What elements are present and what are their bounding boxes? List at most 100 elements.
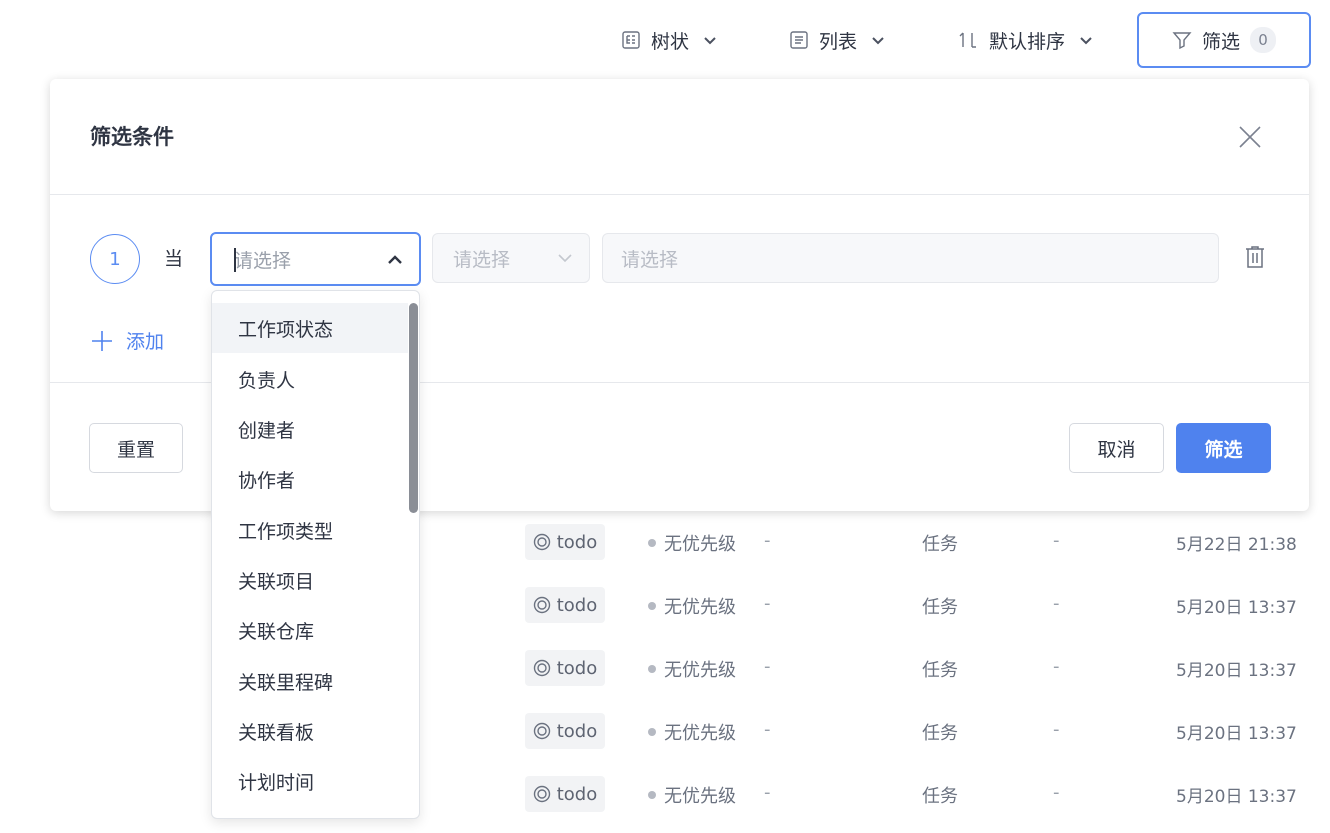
priority-dot-icon [648, 791, 656, 799]
priority-label: 无优先级 [664, 660, 736, 681]
priority-dot-icon [648, 728, 656, 736]
field-dropdown-menu: 工作项状态 负责人 创建者 协作者 工作项类型 关联项目 关联仓库 关联里程碑 … [211, 290, 420, 819]
dropdown-option[interactable]: 计划时间 [212, 756, 408, 806]
state-label: todo [556, 720, 598, 742]
dropdown-option[interactable]: 关联里程碑 [212, 656, 408, 706]
empty-cell: - [764, 782, 771, 803]
dropdown-scrollbar[interactable] [409, 303, 418, 513]
empty-cell: - [764, 530, 771, 551]
priority-cell[interactable]: 无优先级 [648, 782, 736, 808]
created-time-cell: 5月20日 13:37 [1176, 598, 1297, 618]
chevron-up-icon [385, 250, 405, 270]
panel-title: 筛选条件 [90, 125, 174, 149]
chevron-down-icon [1077, 31, 1095, 49]
plus-icon [90, 329, 114, 353]
state-label: todo [556, 657, 598, 679]
value-select[interactable]: 请选择 [602, 233, 1219, 283]
empty-cell: - [1053, 782, 1060, 803]
filter-count-badge: 0 [1250, 27, 1276, 53]
table-row[interactable]: todo 无优先级 - 任务 - 5月20日 13:37 [0, 648, 1330, 688]
sort-dropdown[interactable]: 默认排序 [957, 12, 1095, 68]
field-select[interactable]: 请选择 [210, 232, 421, 286]
type-cell: 任务 [922, 723, 958, 744]
tree-icon [621, 30, 641, 50]
dropdown-option[interactable]: 工作项类型 [212, 505, 408, 555]
state-tag[interactable]: todo [525, 650, 605, 686]
sort-label: 默认排序 [989, 30, 1066, 53]
created-time-cell: 5月20日 13:37 [1176, 661, 1297, 681]
condition-number: 1 [90, 234, 140, 284]
dropdown-option[interactable]: 关联项目 [212, 555, 408, 605]
priority-label: 无优先级 [664, 723, 736, 744]
state-tag[interactable]: todo [525, 776, 605, 812]
list-view-label: 列表 [819, 30, 858, 53]
reset-button[interactable]: 重置 [89, 423, 183, 473]
priority-label: 无优先级 [664, 597, 736, 618]
created-time-cell: 5月20日 13:37 [1176, 787, 1297, 807]
state-label: todo [556, 594, 598, 616]
priority-dot-icon [648, 539, 656, 547]
type-cell: 任务 [922, 786, 958, 807]
value-select-placeholder: 请选择 [621, 248, 679, 271]
created-time-cell: 5月20日 13:37 [1176, 724, 1297, 744]
chevron-down-icon [869, 31, 887, 49]
list-view-dropdown[interactable]: 列表 [789, 12, 887, 68]
status-circle-icon [533, 722, 551, 740]
dropdown-option[interactable]: 关联仓库 [212, 605, 408, 655]
priority-cell[interactable]: 无优先级 [648, 593, 736, 619]
empty-cell: - [1053, 719, 1060, 740]
dropdown-option[interactable]: 负责人 [212, 354, 408, 404]
priority-dot-icon [648, 602, 656, 610]
add-condition-label: 添加 [126, 331, 165, 353]
priority-dot-icon [648, 665, 656, 673]
status-circle-icon [533, 596, 551, 614]
state-tag[interactable]: todo [525, 524, 605, 560]
empty-cell: - [764, 656, 771, 677]
state-label: todo [556, 531, 598, 553]
table-row[interactable]: todo 无优先级 - 任务 - 5月20日 13:37 [0, 711, 1330, 751]
priority-label: 无优先级 [664, 786, 736, 807]
add-condition-button[interactable]: 添加 [90, 327, 164, 354]
filter-icon [1172, 30, 1192, 50]
state-tag[interactable]: todo [525, 587, 605, 623]
tree-view-dropdown[interactable]: 树状 [621, 12, 719, 68]
sort-icon [957, 30, 979, 50]
state-tag[interactable]: todo [525, 713, 605, 749]
priority-cell[interactable]: 无优先级 [648, 656, 736, 682]
type-cell: 任务 [922, 597, 958, 618]
filter-button[interactable]: 筛选 0 [1137, 12, 1311, 68]
type-cell: 任务 [922, 660, 958, 681]
filter-label: 筛选 [1201, 30, 1240, 53]
empty-cell: - [1053, 530, 1060, 551]
table-row[interactable]: todo 无优先级 - 任务 - 5月22日 21:38 [0, 522, 1330, 562]
dropdown-option[interactable]: 工作项状态 [212, 303, 408, 353]
condition-when-label: 当 [164, 248, 184, 270]
list-icon [789, 30, 809, 50]
cancel-button[interactable]: 取消 [1069, 423, 1164, 473]
dropdown-option[interactable]: 关联看板 [212, 706, 408, 756]
chevron-down-icon [701, 31, 719, 49]
tree-view-label: 树状 [651, 30, 690, 53]
type-cell: 任务 [922, 534, 958, 555]
status-circle-icon [533, 785, 551, 803]
trash-icon[interactable] [1244, 245, 1266, 269]
empty-cell: - [764, 719, 771, 740]
table-row[interactable]: todo 无优先级 - 任务 - 5月20日 13:37 [0, 774, 1330, 814]
empty-cell: - [1053, 593, 1060, 614]
empty-cell: - [1053, 656, 1060, 677]
priority-cell[interactable]: 无优先级 [648, 530, 736, 556]
operator-select-placeholder: 请选择 [453, 248, 511, 271]
close-icon[interactable] [1238, 125, 1262, 149]
text-cursor [234, 248, 236, 272]
status-circle-icon [533, 659, 551, 677]
dropdown-option[interactable]: 创建者 [212, 404, 408, 454]
priority-cell[interactable]: 无优先级 [648, 719, 736, 745]
dropdown-option[interactable]: 协作者 [212, 454, 408, 504]
divider [50, 194, 1309, 195]
empty-cell: - [764, 593, 771, 614]
state-label: todo [556, 783, 598, 805]
operator-select[interactable]: 请选择 [432, 233, 590, 283]
status-circle-icon [533, 533, 551, 551]
table-row[interactable]: todo 无优先级 - 任务 - 5月20日 13:37 [0, 585, 1330, 625]
apply-filter-button[interactable]: 筛选 [1176, 423, 1271, 473]
